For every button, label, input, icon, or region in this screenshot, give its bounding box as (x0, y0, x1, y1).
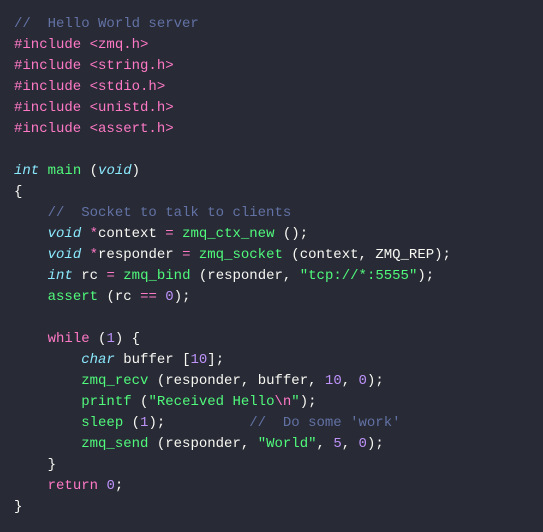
function-call: zmq_ctx_new (182, 226, 274, 242)
type-keyword: void (98, 163, 132, 179)
identifier: rc (81, 268, 98, 284)
function-call: zmq_recv (81, 373, 148, 389)
keyword: while (48, 331, 90, 347)
number-literal: 0 (359, 436, 367, 452)
identifier: buffer (123, 352, 173, 368)
preproc-include: #include (14, 121, 90, 137)
number-literal: 1 (106, 331, 114, 347)
number-literal: 10 (325, 373, 342, 389)
type-keyword: void (48, 247, 82, 263)
preproc-include: #include (14, 100, 90, 116)
include-header: <stdio.h> (90, 79, 166, 95)
string-literal: "World" (258, 436, 317, 452)
number-literal: 0 (165, 289, 173, 305)
function-call: sleep (81, 415, 123, 431)
number-literal: 0 (106, 478, 114, 494)
string-literal: Received Hello (157, 394, 275, 410)
function-name: main (48, 163, 82, 179)
identifier: responder (98, 247, 174, 263)
number-literal: 5 (333, 436, 341, 452)
comment: // Hello World server (14, 16, 199, 32)
number-literal: 0 (359, 373, 367, 389)
number-literal: 10 (190, 352, 207, 368)
keyword: return (48, 478, 98, 494)
include-header: <string.h> (90, 58, 174, 74)
identifier: context (98, 226, 157, 242)
string-literal: "tcp://*:5555" (300, 268, 418, 284)
include-header: <zmq.h> (90, 37, 149, 53)
brace: } (48, 457, 56, 473)
function-call: assert (48, 289, 98, 305)
type-keyword: int (14, 163, 39, 179)
include-header: <assert.h> (90, 121, 174, 137)
preproc-include: #include (14, 79, 90, 95)
code-block: // Hello World server #include <zmq.h> #… (0, 0, 543, 532)
brace: { (14, 184, 22, 200)
function-call: printf (81, 394, 131, 410)
type-keyword: char (81, 352, 115, 368)
comment: // Do some 'work' (249, 415, 400, 431)
include-header: <unistd.h> (90, 100, 174, 116)
escape-sequence: \n (274, 394, 291, 410)
preproc-include: #include (14, 58, 90, 74)
preproc-include: #include (14, 37, 90, 53)
brace: } (14, 499, 22, 515)
function-call: zmq_send (81, 436, 148, 452)
comment: // Socket to talk to clients (48, 205, 292, 221)
function-call: zmq_socket (199, 247, 283, 263)
function-call: zmq_bind (123, 268, 190, 284)
type-keyword: void (48, 226, 82, 242)
type-keyword: int (48, 268, 73, 284)
